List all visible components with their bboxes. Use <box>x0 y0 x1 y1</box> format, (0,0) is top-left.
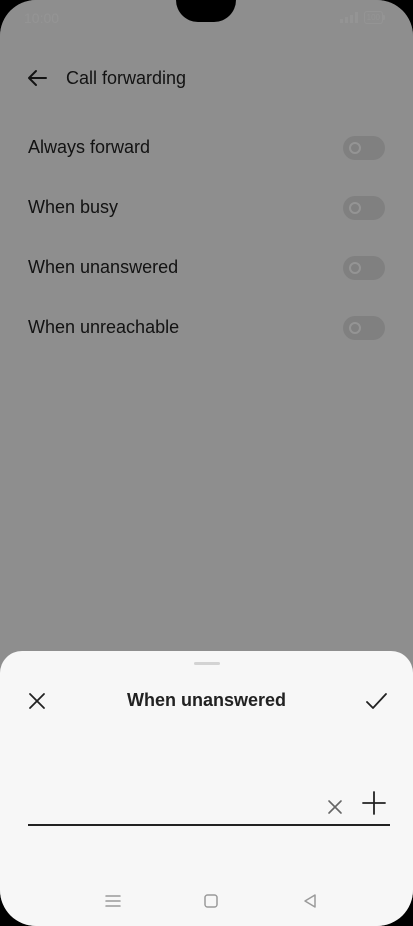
input-underline <box>28 824 390 826</box>
add-contact-button[interactable] <box>361 790 387 816</box>
clear-input-button[interactable] <box>324 796 346 818</box>
plus-icon <box>362 791 386 815</box>
home-icon <box>204 894 218 908</box>
bottom-sheet: When unanswered <box>0 651 413 926</box>
nav-home-button[interactable] <box>200 890 222 912</box>
drag-handle[interactable] <box>194 662 220 665</box>
menu-icon <box>105 895 121 907</box>
nav-menu-button[interactable] <box>102 890 124 912</box>
system-nav-bar <box>0 884 413 918</box>
back-triangle-icon <box>304 894 316 908</box>
clear-icon <box>328 800 342 814</box>
checkmark-icon <box>366 693 387 709</box>
confirm-button[interactable] <box>363 688 389 714</box>
nav-back-button[interactable] <box>299 890 321 912</box>
forward-number-input[interactable] <box>28 789 318 825</box>
sheet-title: When unanswered <box>126 690 287 710</box>
screen: 10:00 100 Call forwarding Always forward… <box>0 0 413 926</box>
